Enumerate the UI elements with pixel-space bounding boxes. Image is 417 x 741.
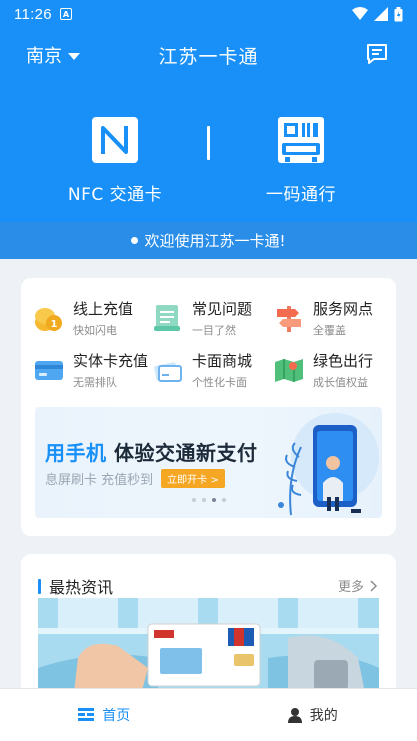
notification-icon: A (59, 8, 72, 20)
service-card-recharge[interactable]: 实体卡充值 无需排队 (33, 350, 153, 390)
banner-subtitle: 息屏刷卡 充值秒到 (45, 473, 154, 488)
service-card-shop[interactable]: 卡面商城 个性化卡面 (152, 350, 272, 390)
service-title: 实体卡充值 (73, 352, 149, 370)
tab-me-label: 我的 (309, 708, 338, 724)
message-icon[interactable] (365, 42, 389, 66)
status-bar: 11:26 A (0, 0, 417, 28)
tab-home-label: 首页 (102, 708, 131, 724)
status-icons (352, 6, 403, 22)
tab-me[interactable]: 我的 (209, 689, 417, 741)
card-icon (35, 361, 63, 380)
card-shop-icon (154, 362, 182, 382)
nfc-card-label: NFC 交通卡 (67, 185, 163, 205)
banner-headline: 用手机 体验交通新支付 (45, 437, 257, 466)
app-title: 江苏一卡通 (158, 46, 259, 68)
welcome-banner: 欢迎使用江苏一卡通! (0, 222, 417, 259)
banner-subtitle-row: 息屏刷卡 充值秒到 立即开卡 > (45, 469, 225, 488)
service-green-travel[interactable]: 绿色出行 成长值权益 (273, 350, 393, 390)
signal-icon (374, 7, 388, 21)
service-subtitle: 无需排队 (73, 376, 117, 389)
pager-dot-active[interactable] (211, 498, 216, 502)
open-card-button[interactable]: 立即开卡 > (161, 469, 225, 488)
service-title: 服务网点 (313, 300, 374, 318)
qr-pass-label: 一码通行 (266, 185, 336, 205)
battery-icon (394, 6, 403, 21)
status-time: 11:26 (14, 5, 52, 23)
service-title: 卡面商城 (192, 352, 253, 370)
pager-dot[interactable] (201, 498, 206, 502)
service-title: 绿色出行 (313, 352, 374, 370)
service-online-recharge[interactable]: 1 线上充值 快如闪电 (33, 298, 153, 338)
service-subtitle: 一目了然 (192, 324, 236, 337)
svg-text:1: 1 (51, 319, 58, 330)
section-accent-bar (38, 578, 41, 594)
user-icon (287, 707, 302, 723)
wifi-icon (352, 7, 368, 20)
news-header: 最热资讯 (38, 574, 113, 598)
pager-dot[interactable] (221, 498, 226, 502)
service-subtitle: 成长值权益 (313, 376, 368, 389)
document-icon (154, 305, 180, 331)
signpost-icon (277, 306, 301, 332)
news-more-label: 更多 (337, 580, 364, 595)
banner-headline-rest: 体验交通新支付 (106, 441, 258, 465)
bottom-tab-bar: 首页 我的 (0, 688, 417, 741)
service-faq[interactable]: 常见问题 一目了然 (152, 298, 272, 338)
banner-pager (21, 498, 396, 502)
news-more-link[interactable]: 更多 (338, 576, 378, 595)
services-card: 1 线上充值 快如闪电 常见问题 一目了然 服务网点 全覆盖 实体卡充值 无需排… (21, 278, 396, 536)
service-subtitle: 全覆盖 (313, 324, 346, 337)
tab-home[interactable]: 首页 (0, 689, 209, 741)
service-subtitle: 快如闪电 (73, 324, 117, 337)
bullet-icon (131, 237, 139, 244)
hero-section: 南京 江苏一卡通 NFC 交通卡 一码通行 (0, 28, 417, 222)
qr-pass-entry[interactable]: 一码通行 (226, 116, 376, 205)
welcome-text: 欢迎使用江苏一卡通! (144, 232, 286, 250)
banner-headline-highlight: 用手机 (45, 441, 107, 465)
nfc-card-icon (92, 117, 138, 163)
chevron-right-icon (370, 579, 378, 592)
top-bar: 南京 江苏一卡通 (0, 28, 417, 80)
pager-dot[interactable] (191, 498, 196, 502)
service-title: 常见问题 (192, 300, 253, 318)
nfc-card-entry[interactable]: NFC 交通卡 (40, 116, 190, 205)
entry-divider (207, 126, 210, 160)
service-outlets[interactable]: 服务网点 全覆盖 (273, 298, 393, 338)
service-title: 线上充值 (73, 300, 134, 318)
home-icon (78, 708, 95, 721)
service-subtitle: 个性化卡面 (192, 376, 247, 389)
qr-gate-icon (278, 117, 324, 163)
news-title: 最热资讯 (49, 578, 114, 597)
coins-icon: 1 (35, 308, 62, 331)
map-icon (275, 359, 303, 382)
